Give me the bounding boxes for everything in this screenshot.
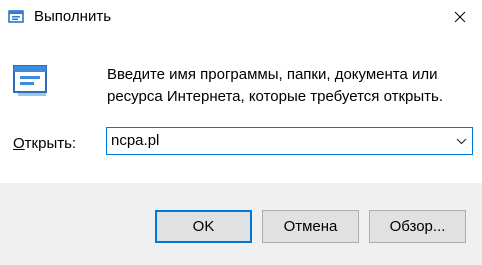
- open-input[interactable]: ncpa.pl: [111, 132, 159, 149]
- close-button[interactable]: [438, 0, 482, 34]
- description-line-2: ресурса Интернета, которые требуется отк…: [107, 88, 443, 105]
- dropdown-button[interactable]: [452, 129, 470, 153]
- chevron-down-icon: [456, 138, 466, 144]
- ok-button[interactable]: OK: [155, 210, 252, 243]
- cancel-button[interactable]: Отмена: [262, 210, 359, 243]
- open-label-mnemonic: О: [13, 135, 25, 152]
- run-dialog-icon: [13, 65, 47, 96]
- dialog-description: Введите имя программы, папки, документа …: [107, 64, 467, 108]
- open-label: Открыть:: [13, 135, 76, 152]
- open-combobox[interactable]: ncpa.pl: [106, 127, 473, 155]
- run-app-icon: [8, 10, 24, 23]
- window-title: Выполнить: [34, 8, 112, 25]
- dialog-body: Введите имя программы, папки, документа …: [0, 34, 482, 183]
- open-label-text: ткрыть:: [24, 135, 77, 152]
- browse-button[interactable]: Обзор...: [369, 210, 466, 243]
- close-icon: [454, 11, 466, 23]
- button-bar: OK Отмена Обзор...: [0, 183, 482, 265]
- title-bar: Выполнить: [0, 0, 482, 34]
- description-line-1: Введите имя программы, папки, документа …: [107, 66, 438, 83]
